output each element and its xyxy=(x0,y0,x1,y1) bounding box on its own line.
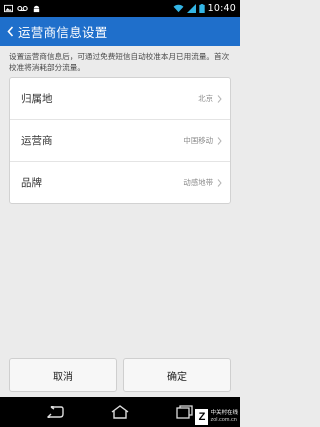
setting-value: 北京 xyxy=(198,94,213,103)
setting-row-location[interactable]: 归属地 北京 xyxy=(10,78,230,120)
watermark: Z 中关村在线 zol.com.cn xyxy=(195,409,238,425)
voicemail-icon xyxy=(17,5,28,12)
confirm-button[interactable]: 确定 xyxy=(123,358,231,392)
chevron-right-icon xyxy=(217,136,222,145)
setting-value: 中国移动 xyxy=(183,136,213,145)
android-icon xyxy=(33,5,40,13)
cancel-button[interactable]: 取消 xyxy=(9,358,117,392)
setting-value: 动感地带 xyxy=(183,178,213,187)
recent-apps-icon xyxy=(176,405,193,419)
settings-card: 归属地 北京 运营商 中国移动 品牌 动感地带 xyxy=(9,77,231,204)
system-icons: 10:40 xyxy=(173,3,236,14)
title-bar: 运营商信息设置 xyxy=(0,17,240,46)
watermark-line2: zol.com.cn xyxy=(210,417,237,423)
notification-icons xyxy=(4,4,41,13)
setting-label: 品牌 xyxy=(21,177,42,189)
nav-back-button[interactable] xyxy=(42,401,68,423)
hint-text: 设置运营商信息后，可通过免费短信自动校准本月已用流量。首次校准将消耗部分流量。 xyxy=(9,52,230,72)
chevron-right-icon xyxy=(217,94,222,103)
chevron-left-icon xyxy=(6,26,13,37)
navigation-bar: Z 中关村在线 zol.com.cn xyxy=(0,397,240,427)
wifi-icon xyxy=(173,4,184,13)
status-bar: 10:40 xyxy=(0,0,240,17)
nav-home-button[interactable] xyxy=(107,401,133,423)
signal-icon xyxy=(186,4,196,13)
setting-label: 归属地 xyxy=(21,93,53,105)
home-icon xyxy=(111,405,129,419)
action-bar: 取消 确定 xyxy=(0,358,240,394)
page-title: 运营商信息设置 xyxy=(18,25,108,40)
nav-recent-button[interactable] xyxy=(172,401,198,423)
chevron-right-icon xyxy=(217,178,222,187)
back-icon xyxy=(46,406,64,418)
setting-label: 运营商 xyxy=(21,135,53,147)
battery-icon xyxy=(198,4,205,13)
zol-logo: Z xyxy=(195,409,209,425)
watermark-line1: 中关村在线 xyxy=(210,410,238,416)
back-button[interactable] xyxy=(2,17,18,46)
setting-row-carrier[interactable]: 运营商 中国移动 xyxy=(10,120,230,162)
clock: 10:40 xyxy=(207,3,236,14)
image-icon xyxy=(4,4,13,13)
setting-row-brand[interactable]: 品牌 动感地带 xyxy=(10,162,230,203)
